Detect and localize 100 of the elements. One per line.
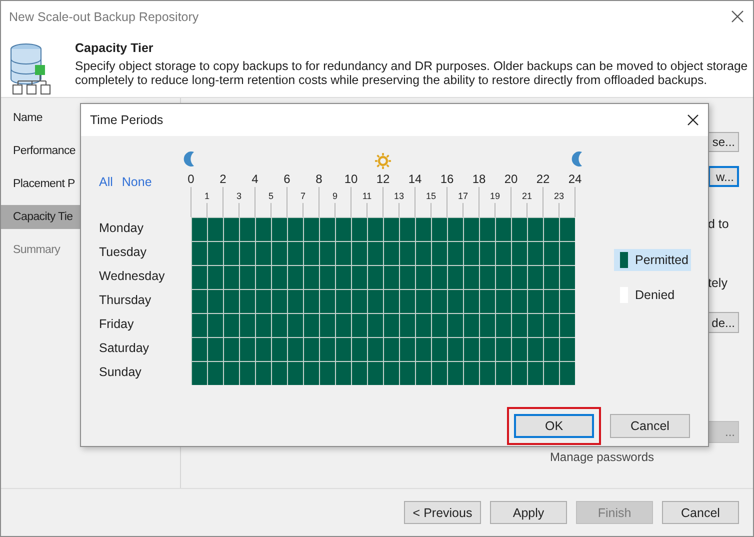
time-slot[interactable] [192, 338, 207, 361]
legend-option[interactable]: Permitted [614, 249, 691, 271]
time-slot[interactable] [288, 362, 303, 385]
time-slot[interactable] [352, 290, 367, 313]
time-slot[interactable] [400, 338, 415, 361]
time-slot[interactable] [528, 290, 543, 313]
time-slot[interactable] [384, 314, 399, 337]
time-slot[interactable] [464, 290, 479, 313]
time-slot[interactable] [272, 218, 287, 241]
time-slot[interactable] [288, 218, 303, 241]
time-slot[interactable] [496, 242, 511, 265]
time-slot[interactable] [416, 218, 431, 241]
time-slot[interactable] [288, 242, 303, 265]
time-slot[interactable] [352, 266, 367, 289]
time-slot[interactable] [384, 290, 399, 313]
time-slot[interactable] [528, 314, 543, 337]
time-slot[interactable] [368, 242, 383, 265]
time-slot[interactable] [336, 266, 351, 289]
time-slot[interactable] [288, 338, 303, 361]
browse-button[interactable]: de... [708, 312, 739, 333]
time-slot[interactable] [208, 266, 223, 289]
time-slot[interactable] [464, 362, 479, 385]
time-slot[interactable] [512, 314, 527, 337]
time-slot[interactable] [368, 362, 383, 385]
time-slot[interactable] [368, 338, 383, 361]
time-slot[interactable] [400, 314, 415, 337]
time-slot[interactable] [512, 266, 527, 289]
time-slot[interactable] [352, 242, 367, 265]
time-slot[interactable] [400, 218, 415, 241]
time-slot[interactable] [400, 242, 415, 265]
time-slot[interactable] [560, 290, 575, 313]
time-slot[interactable] [416, 314, 431, 337]
time-slot[interactable] [224, 266, 239, 289]
manage-passwords-link[interactable]: Manage passwords [550, 450, 654, 466]
time-slot[interactable] [496, 290, 511, 313]
time-slot[interactable] [512, 362, 527, 385]
time-slot[interactable] [544, 266, 559, 289]
time-slot[interactable] [416, 290, 431, 313]
time-slot[interactable] [496, 314, 511, 337]
time-slot[interactable] [256, 266, 271, 289]
time-slot[interactable] [288, 314, 303, 337]
browse-button[interactable]: se... [708, 132, 739, 152]
wizard-button[interactable]: Apply [490, 501, 567, 524]
close-icon[interactable] [731, 10, 744, 23]
time-slot[interactable] [384, 218, 399, 241]
time-slot[interactable] [336, 362, 351, 385]
time-slot[interactable] [544, 338, 559, 361]
time-slot[interactable] [384, 362, 399, 385]
time-slot[interactable] [304, 314, 319, 337]
time-slot[interactable] [304, 266, 319, 289]
time-slot[interactable] [480, 338, 495, 361]
time-slot[interactable] [224, 218, 239, 241]
time-slot[interactable] [528, 338, 543, 361]
time-slot[interactable] [272, 314, 287, 337]
time-slot[interactable] [464, 338, 479, 361]
time-slot[interactable] [224, 362, 239, 385]
time-slot[interactable] [432, 266, 447, 289]
time-slot[interactable] [496, 338, 511, 361]
time-slot[interactable] [320, 362, 335, 385]
time-slot[interactable] [336, 314, 351, 337]
time-slot[interactable] [464, 266, 479, 289]
time-slot[interactable] [416, 242, 431, 265]
time-slot[interactable] [464, 218, 479, 241]
time-slot[interactable] [256, 314, 271, 337]
time-slot[interactable] [528, 218, 543, 241]
time-slot[interactable] [560, 242, 575, 265]
time-slot[interactable] [544, 218, 559, 241]
time-slot[interactable] [224, 290, 239, 313]
time-slot[interactable] [448, 266, 463, 289]
time-slot[interactable] [208, 218, 223, 241]
time-slot[interactable] [272, 290, 287, 313]
time-slot[interactable] [320, 290, 335, 313]
time-slot[interactable] [336, 290, 351, 313]
time-slot[interactable] [432, 362, 447, 385]
time-slot[interactable] [448, 242, 463, 265]
time-slot[interactable] [256, 242, 271, 265]
select-link[interactable]: None [122, 175, 152, 189]
time-slot[interactable] [544, 314, 559, 337]
time-slot[interactable] [352, 362, 367, 385]
time-slot[interactable] [240, 290, 255, 313]
time-slot[interactable] [448, 362, 463, 385]
time-slot[interactable] [384, 242, 399, 265]
time-slot[interactable] [320, 242, 335, 265]
time-slot[interactable] [192, 290, 207, 313]
time-slot[interactable] [208, 290, 223, 313]
time-slot[interactable] [192, 314, 207, 337]
dialog-button[interactable]: OK [514, 414, 594, 438]
time-slot[interactable] [272, 266, 287, 289]
time-slot[interactable] [464, 314, 479, 337]
time-slot[interactable] [320, 266, 335, 289]
time-slot[interactable] [272, 362, 287, 385]
wizard-button[interactable]: < Previous [404, 501, 481, 524]
time-slot[interactable] [544, 362, 559, 385]
time-slot[interactable] [208, 242, 223, 265]
dialog-button[interactable]: Cancel [610, 414, 690, 438]
time-slot[interactable] [336, 338, 351, 361]
time-slot[interactable] [352, 218, 367, 241]
time-slot[interactable] [480, 218, 495, 241]
time-slot[interactable] [560, 218, 575, 241]
time-slot[interactable] [416, 362, 431, 385]
